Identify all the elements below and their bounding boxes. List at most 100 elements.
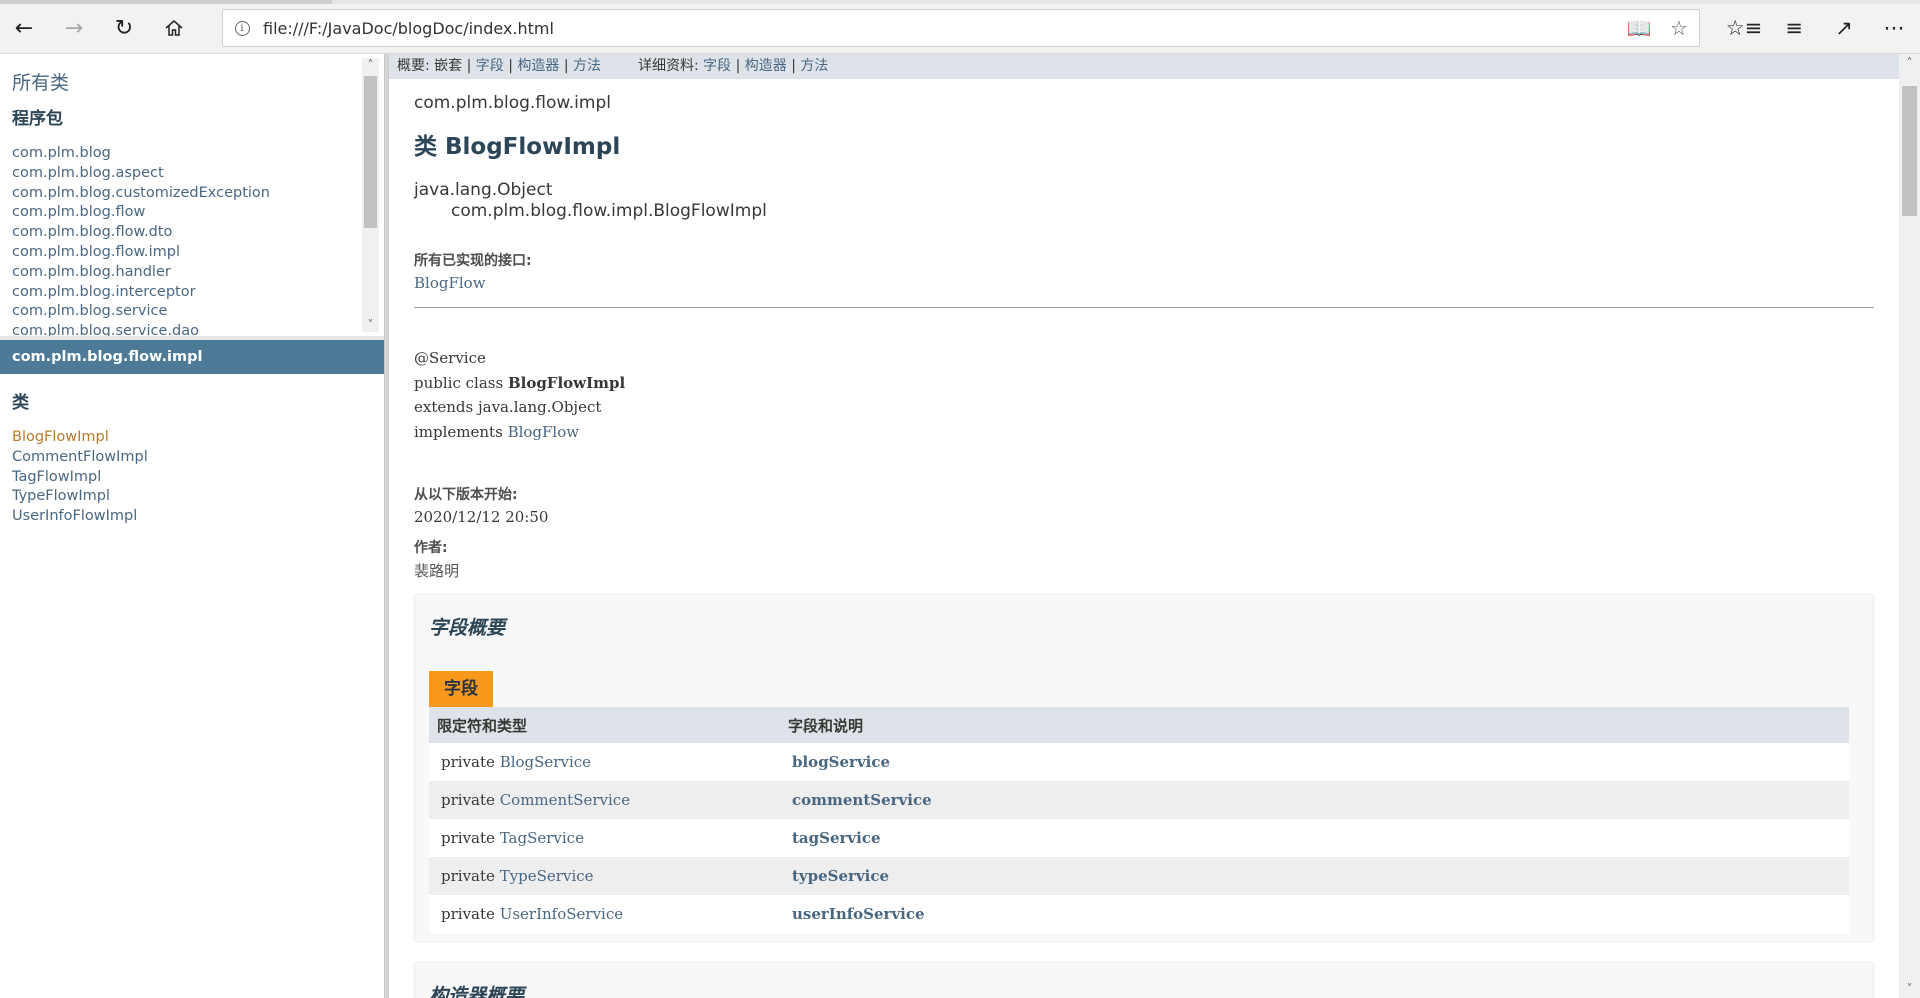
field-cell: blogService (780, 743, 1849, 781)
scroll-thumb[interactable] (364, 76, 377, 228)
class-list: BlogFlowImpl CommentFlowImpl TagFlowImpl… (12, 428, 148, 527)
package-link[interactable]: com.plm.blog.flow (12, 203, 270, 223)
site-info-button[interactable]: i (223, 20, 261, 36)
forward-button[interactable]: → (54, 8, 94, 48)
class-link[interactable]: TagFlowImpl (12, 468, 148, 488)
class-link[interactable]: UserInfoFlowImpl (12, 507, 148, 527)
class-link-active[interactable]: BlogFlowImpl (12, 428, 148, 448)
reading-list-button[interactable]: ≡ (1772, 8, 1816, 48)
annotation: @Service (414, 349, 486, 367)
modifier-type-cell: private TypeService (429, 857, 780, 895)
all-classes-link[interactable]: 所有类 (12, 68, 69, 95)
extends-line: extends java.lang.Object (414, 398, 602, 417)
type-link[interactable]: TagService (500, 829, 584, 847)
table-row: private BlogService blogService (429, 743, 1849, 781)
summary-constructor-link[interactable]: 构造器 (517, 58, 559, 74)
reading-view-button[interactable]: 📖 (1619, 10, 1659, 46)
type-link[interactable]: BlogService (500, 753, 591, 771)
home-button[interactable] (154, 8, 194, 48)
modifier-type-cell: private BlogService (429, 743, 780, 781)
modifier: private (441, 867, 495, 885)
separator: | (563, 58, 569, 74)
packages-heading: 程序包 (12, 109, 63, 129)
detail-label: 详细资料: (637, 58, 699, 74)
package-frame-scrollbar[interactable]: ˄ ˅ (362, 58, 379, 332)
reading-list-icon: ≡ (1785, 16, 1803, 40)
url-text[interactable]: file:///F:/JavaDoc/blogDoc/index.html (261, 19, 1619, 38)
detail-field-link[interactable]: 字段 (703, 58, 731, 74)
implements-link[interactable]: BlogFlow (508, 423, 580, 441)
modifier: private (441, 753, 495, 771)
detail-constructor-link[interactable]: 构造器 (745, 58, 787, 74)
scroll-down-icon[interactable]: ˅ (1899, 982, 1920, 996)
favorites-hub-button[interactable]: ☆≡ (1722, 8, 1766, 48)
summary-method-link[interactable]: 方法 (573, 58, 601, 74)
type-link[interactable]: CommentService (500, 791, 630, 809)
author-value: 裴路明 (414, 562, 460, 580)
class-link[interactable]: CommentFlowImpl (12, 448, 148, 468)
scroll-down-icon[interactable]: ˅ (362, 318, 379, 332)
address-bar[interactable]: i file:///F:/JavaDoc/blogDoc/index.html … (222, 9, 1700, 47)
field-cell: commentService (780, 781, 1849, 819)
field-summary-section: 字段概要 字段 限定符和类型 字段和说明 private BlogService… (414, 594, 1874, 942)
package-link[interactable]: com.plm.blog (12, 144, 270, 164)
constructor-summary-section: 构造器概要 (414, 962, 1874, 998)
table-row: private CommentService commentService (429, 781, 1849, 819)
package-link[interactable]: com.plm.blog.customizedException (12, 184, 270, 204)
field-link[interactable]: blogService (792, 753, 890, 771)
field-link[interactable]: userInfoService (792, 905, 925, 923)
refresh-button[interactable]: ↻ (104, 8, 144, 48)
active-tab-indicator[interactable] (0, 0, 332, 4)
scroll-thumb[interactable] (1902, 86, 1917, 216)
class-link[interactable]: TypeFlowImpl (12, 487, 148, 507)
class-list-frame: com.plm.blog.flow.impl 类 BlogFlowImpl Co… (0, 340, 384, 998)
more-icon: ⋯ (1883, 16, 1905, 40)
package-subtitle: com.plm.blog.flow.impl (414, 93, 611, 113)
scroll-up-icon[interactable]: ˄ (1899, 56, 1920, 70)
constructor-summary-title: 构造器概要 (429, 985, 525, 998)
more-button[interactable]: ⋯ (1872, 8, 1916, 48)
package-link[interactable]: com.plm.blog.flow.impl (12, 243, 270, 263)
separator: | (466, 58, 472, 74)
modifier: private (441, 905, 495, 923)
main-scrollbar[interactable]: ˄ ˅ (1899, 54, 1920, 998)
browser-toolbar: ← → ↻ i file:///F:/JavaDoc/blogDoc/index… (0, 0, 1920, 54)
package-link[interactable]: com.plm.blog.interceptor (12, 283, 270, 303)
arrow-left-icon: ← (14, 15, 34, 41)
summary-label: 概要: (397, 58, 430, 74)
field-summary-table: 限定符和类型 字段和说明 private BlogService blogSer… (429, 707, 1849, 933)
summary-field-link[interactable]: 字段 (476, 58, 504, 74)
field-link[interactable]: commentService (792, 791, 932, 809)
field-cell: tagService (780, 819, 1849, 857)
interface-link[interactable]: BlogFlow (414, 274, 486, 292)
declaration-prefix: public class (414, 373, 508, 392)
inheritance-child: com.plm.blog.flow.impl.BlogFlowImpl (451, 201, 767, 221)
package-link[interactable]: com.plm.blog.handler (12, 263, 270, 283)
refresh-icon: ↻ (114, 15, 134, 41)
scroll-up-icon[interactable]: ˄ (362, 58, 379, 72)
modifier-type-cell: private UserInfoService (429, 895, 780, 933)
column-header: 限定符和类型 (429, 707, 780, 743)
divider (414, 307, 1874, 308)
field-link[interactable]: typeService (792, 867, 889, 885)
package-link[interactable]: com.plm.blog.aspect (12, 164, 270, 184)
favorite-button[interactable]: ☆ (1659, 10, 1699, 46)
package-link[interactable]: com.plm.blog.flow.dto (12, 223, 270, 243)
share-button[interactable]: ↗ (1822, 8, 1866, 48)
field-summary-title: 字段概要 (429, 617, 506, 639)
author-label: 作者: (414, 540, 448, 556)
table-row: private UserInfoService userInfoService (429, 895, 1849, 933)
back-button[interactable]: ← (4, 8, 44, 48)
package-link[interactable]: com.plm.blog.service (12, 302, 270, 322)
book-icon: 📖 (1626, 16, 1652, 40)
field-table-caption: 字段 (429, 671, 493, 707)
type-link[interactable]: UserInfoService (500, 905, 623, 923)
type-link[interactable]: TypeService (500, 867, 594, 885)
current-package-bar[interactable]: com.plm.blog.flow.impl (0, 340, 384, 374)
detail-method-link[interactable]: 方法 (800, 58, 828, 74)
modifier-type-cell: private CommentService (429, 781, 780, 819)
package-link[interactable]: com.plm.blog.service.dao (12, 322, 270, 336)
package-list-frame: 所有类 程序包 com.plm.blog com.plm.blog.aspect… (0, 54, 384, 336)
since-value: 2020/12/12 20:50 (414, 508, 549, 526)
field-link[interactable]: tagService (792, 829, 881, 847)
